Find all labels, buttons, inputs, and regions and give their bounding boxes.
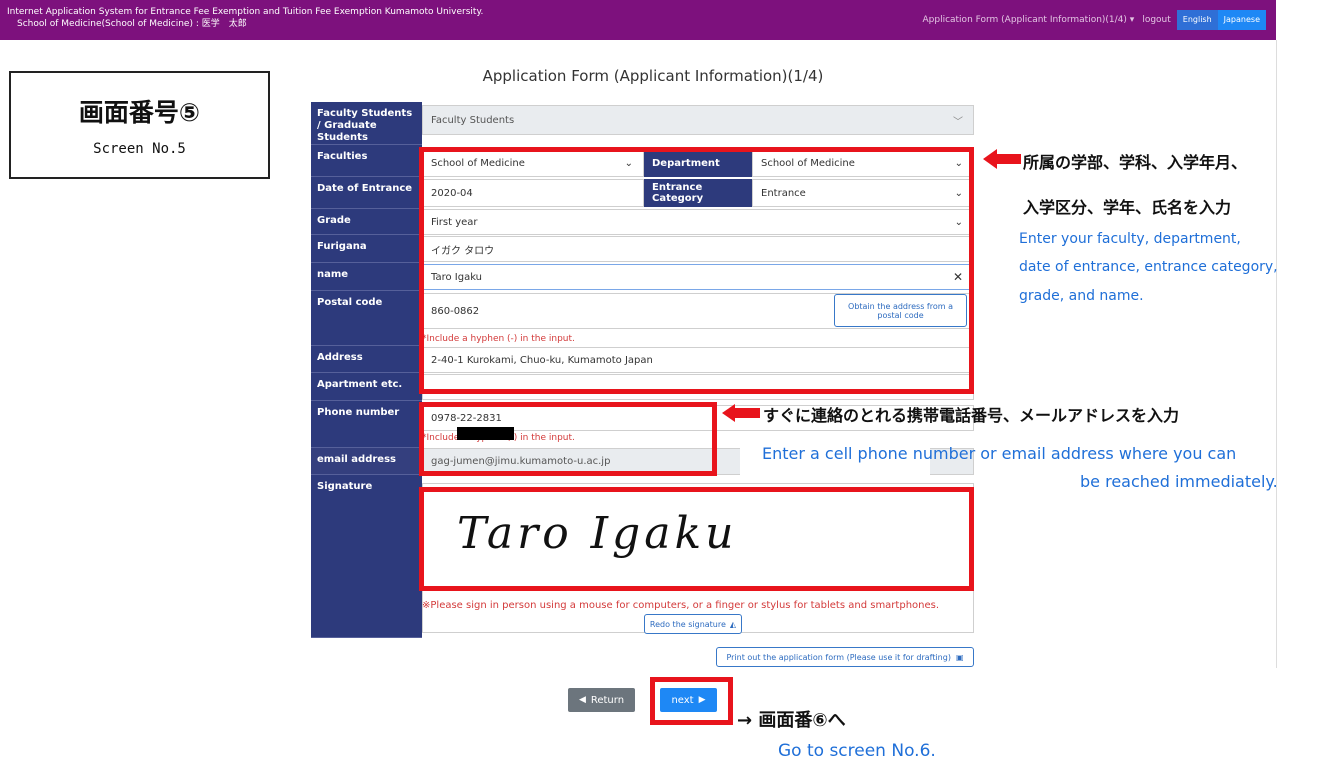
- signature-label: Signature: [311, 475, 422, 638]
- system-title-line2: School of Medicine(School of Medicine) :…: [17, 19, 247, 29]
- system-title-line1: Internet Application System for Entrance…: [7, 7, 484, 17]
- page-right-border: [1276, 40, 1277, 668]
- highlight-contact-fields: [419, 402, 717, 476]
- grade-label: Grade: [311, 209, 422, 235]
- system-title: Internet Application System for Entrance…: [7, 6, 483, 30]
- left-arrow-icon: [983, 149, 1021, 169]
- annotation-applicant-en-line1: Enter your faculty, department,: [1019, 231, 1241, 247]
- faculty-students-value: Faculty Students: [431, 114, 515, 126]
- back-arrow-icon: ◀: [578, 695, 586, 705]
- annotation-applicant-jp-line1: 所属の学部、学科、入学年月、: [1023, 153, 1248, 172]
- name-label: name: [311, 263, 422, 291]
- annotation-contact-en-line2: be reached immediately.: [1080, 472, 1278, 491]
- screen-number-en: Screen No.5: [93, 141, 186, 157]
- furigana-label: Furigana: [311, 235, 422, 263]
- japanese-button[interactable]: Japanese: [1217, 10, 1266, 30]
- annotation-next-en: Go to screen No.6.: [778, 741, 936, 761]
- annotation-contact-en-line1: Enter a cell phone number or email addre…: [762, 444, 1237, 463]
- date-of-entrance-label: Date of Entrance: [311, 177, 422, 209]
- chevron-down-icon: ﹀: [953, 116, 963, 128]
- top-navbar: Internet Application System for Entrance…: [0, 0, 1276, 40]
- highlight-next-button: [650, 677, 733, 725]
- return-label: Return: [590, 694, 625, 706]
- left-arrow-icon: [722, 404, 760, 422]
- pdf-icon: ▣: [955, 652, 964, 662]
- nav-right: Application Form (Applicant Information)…: [922, 10, 1266, 30]
- annotation-applicant-en-line2: date of entrance, entrance category,: [1019, 259, 1278, 275]
- return-button[interactable]: ◀ Return: [568, 688, 635, 712]
- address-label: Address: [311, 346, 422, 373]
- eraser-icon: ◭: [729, 619, 737, 629]
- apartment-label: Apartment etc.: [311, 373, 422, 401]
- english-button[interactable]: English: [1176, 10, 1218, 30]
- logout-link[interactable]: logout: [1142, 15, 1170, 25]
- annotation-contact-jp: すぐに連絡のとれる携帯電話番号、メールアドレスを入力: [763, 406, 1180, 425]
- postal-code-label: Postal code: [311, 291, 422, 346]
- annotation-applicant-en-line3: grade, and name.: [1019, 288, 1144, 304]
- application-menu-dropdown[interactable]: Application Form (Applicant Information)…: [922, 15, 1134, 25]
- highlight-signature: [419, 487, 974, 591]
- highlight-applicant-fields: [419, 147, 974, 394]
- email-address-label: email address: [311, 448, 422, 475]
- print-application-button[interactable]: Print out the application form (Please u…: [716, 647, 974, 667]
- annotation-applicant-jp-line2: 入学区分、学年、氏名を入力: [1023, 198, 1232, 217]
- faculty-students-label: Faculty Students / Graduate Students: [311, 102, 422, 145]
- phone-number-label: Phone number: [311, 401, 422, 448]
- signature-instruction: ※Please sign in person using a mouse for…: [422, 600, 940, 611]
- redo-signature-button[interactable]: Redo the signature ◭: [644, 614, 742, 634]
- faculties-label: Faculties: [311, 145, 422, 177]
- screen-number-box: 画面番号⑤ Screen No.5: [9, 71, 270, 179]
- print-application-label: Print out the application form (Please u…: [726, 652, 951, 662]
- faculty-students-select[interactable]: Faculty Students ﹀: [422, 105, 974, 135]
- redo-signature-label: Redo the signature: [649, 619, 726, 629]
- annotation-next-jp: → 画面番⑥へ: [737, 710, 846, 731]
- screen-number-jp: 画面番号⑤: [78, 98, 201, 127]
- page-title: Application Form (Applicant Information)…: [482, 67, 824, 85]
